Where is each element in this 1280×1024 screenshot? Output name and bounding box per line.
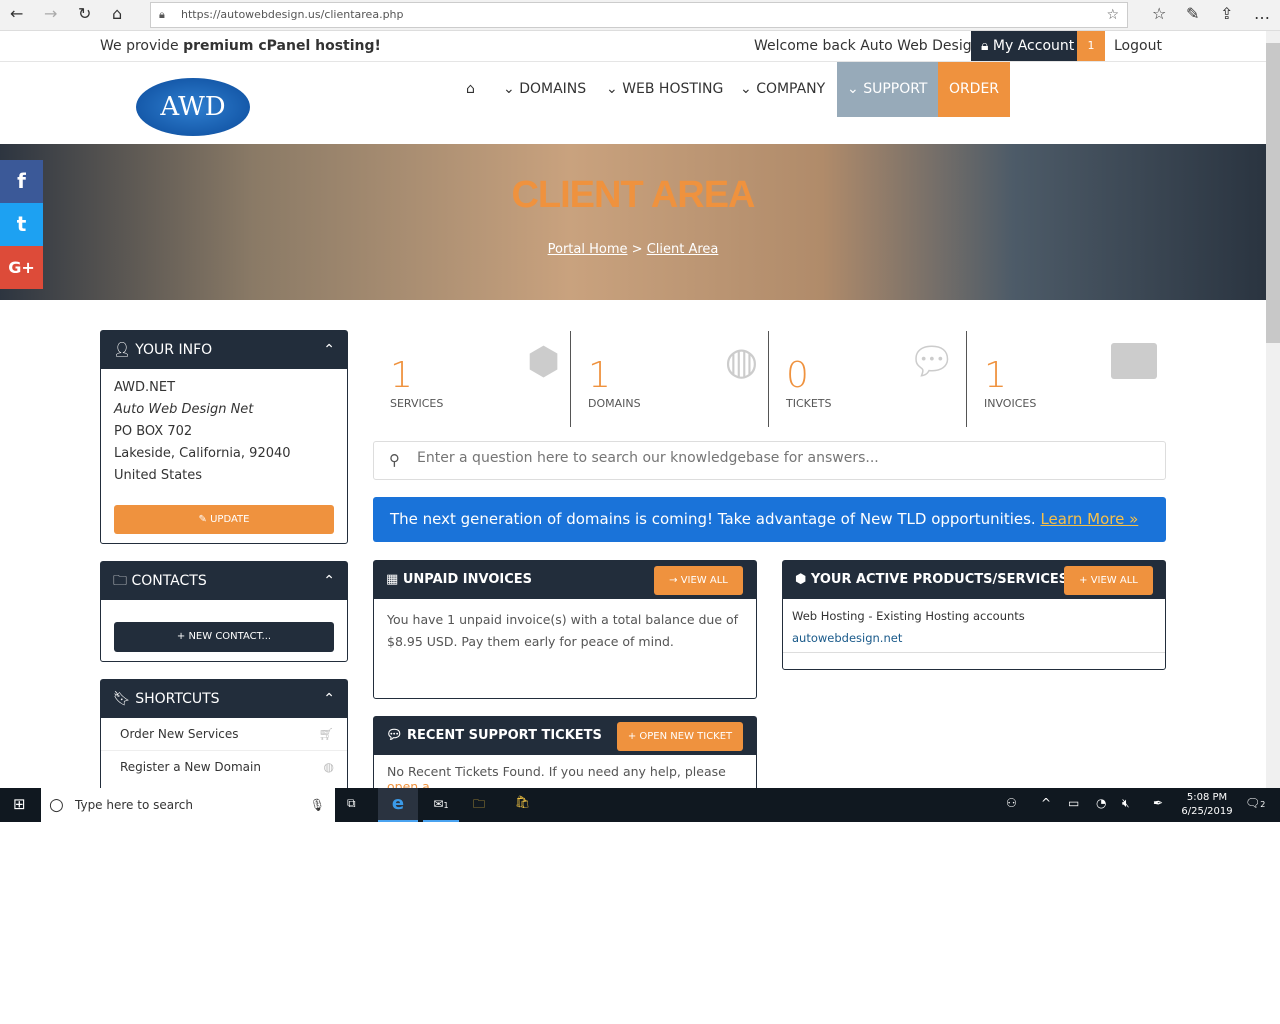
edge-icon[interactable]: e [378,788,418,822]
home-nav-icon[interactable]: ⌂ [466,62,475,117]
search-icon: ⚲ [389,451,400,469]
welcome-text: Welcome back Auto Web Design! [754,38,987,54]
contact-name: Auto Web Design Net [114,402,254,417]
company-name: AWD.NET [114,380,176,395]
active-products-panel: ⬢ YOUR ACTIVE PRODUCTS/SERVICES + VIEW A… [782,560,1166,670]
logo[interactable]: AWD [136,78,250,136]
show-hidden-icons[interactable]: ^ [1041,796,1051,810]
product-domain-link[interactable]: autowebdesign.net [792,627,1156,649]
shortcut-register-domain[interactable]: Register a New Domain ◍ [101,751,347,784]
shortcuts-panel: 🔖︎ SHORTCUTS ⌃ Order New Services 🛒︎ Regis… [100,679,348,799]
top-bar: We provide premium cPanel hosting! Welco… [0,31,1266,62]
wifi-icon[interactable]: ◔ [1096,796,1106,810]
globe-icon: ◍ [724,339,758,383]
view-all-products-button[interactable]: + VIEW ALL [1064,566,1153,595]
action-center-icon[interactable]: 🗨︎2 [1245,796,1265,810]
breadcrumb-client-area[interactable]: Client Area [647,242,719,257]
view-all-invoices-button[interactable]: → VIEW ALL [654,566,743,595]
update-button[interactable]: ✎ UPDATE [114,505,334,534]
learn-more-link[interactable]: Learn More » [1040,510,1138,528]
pen-icon[interactable]: ✎ [1186,4,1199,23]
stat-tickets[interactable]: 0 TICKETS 💬︎ [769,331,967,427]
contacts-panel: 🗀 CONTACTS ⌃ + NEW CONTACT... [100,561,348,662]
task-view-icon[interactable]: ⧉ [347,796,356,811]
search-input[interactable] [417,450,1147,466]
nav-support[interactable]: ⌄ SUPPORT [837,62,938,117]
nav-web-hosting[interactable]: ⌄ WEB HOSTING [606,62,723,117]
new-contact-button[interactable]: + NEW CONTACT... [114,622,334,652]
back-icon[interactable]: ← [10,4,23,23]
nav-company[interactable]: ⌄ COMPANY [740,62,825,117]
shortcut-order-new-services[interactable]: Order New Services 🛒︎ [101,718,347,751]
notification-badge[interactable]: 1 [1077,31,1105,61]
clock[interactable]: 5:08 PM 6/25/2019 [1176,791,1238,819]
new-tld-banner: The next generation of domains is coming… [373,497,1166,542]
city: Lakeside, California, 92040 [114,446,291,461]
product-item[interactable]: Web Hosting - Existing Hosting accounts a… [783,599,1165,653]
favorites-icon[interactable]: ☆ [1152,4,1166,23]
taskbar: ⊞ ○ Type here to search 🎙︎ ⧉ e ✉1 🗀 🛍︎ ⚇ ^… [0,788,1280,822]
credit-card-icon [1111,343,1157,379]
microphone-icon[interactable]: 🎙︎ [310,788,325,822]
home-icon[interactable]: ⌂ [112,4,122,23]
cube-icon: ⬢ [526,339,560,383]
shortcuts-header[interactable]: 🔖︎ SHORTCUTS ⌃ [101,680,347,718]
stat-services[interactable]: 1 SERVICES ⬢ [373,331,571,427]
contacts-header[interactable]: 🗀 CONTACTS ⌃ [101,562,347,600]
scrollbar[interactable] [1266,31,1280,788]
refresh-icon[interactable]: ↻ [78,4,91,23]
share-icon[interactable]: ⇪ [1220,4,1233,23]
open-new-ticket-button[interactable]: + OPEN NEW TICKET [617,722,743,751]
my-account-button[interactable]: 🔒︎ My Account [971,31,1077,61]
your-info-header[interactable]: 👤︎ YOUR INFO ⌃ [101,331,347,369]
stat-domains[interactable]: 1 DOMAINS ◍ [571,331,769,427]
pen-workspace-icon[interactable]: ✒ [1153,796,1163,810]
unpaid-invoices-text: You have 1 unpaid invoice(s) with a tota… [387,612,739,649]
page-title: CLIENT AREA [511,174,755,216]
windows-start-icon[interactable]: ⊞ [13,795,26,813]
browser-toolbar: ← → ↻ ⌂ 🔒︎ https://autowebdesign.us/clien… [0,0,1280,31]
stat-invoices[interactable]: 1 INVOICES [967,331,1165,427]
store-icon[interactable]: 🛍︎ [515,795,530,809]
taskbar-search[interactable]: ○ Type here to search 🎙︎ [41,788,335,822]
address-bar[interactable]: 🔒︎ https://autowebdesign.us/clientarea.ph… [150,2,1128,28]
facebook-icon[interactable]: f [0,160,43,203]
breadcrumb-portal-home[interactable]: Portal Home [548,242,628,257]
nav-domains[interactable]: ⌄ DOMAINS [503,62,586,117]
lock-icon: 🔒︎ [159,8,165,21]
url-text: https://autowebdesign.us/clientarea.php [181,8,404,21]
cortana-icon: ○ [49,795,64,815]
breadcrumb-separator: > [631,242,643,257]
google-plus-icon[interactable]: G+ [0,246,43,289]
tagline: We provide premium cPanel hosting! [100,38,381,54]
volume-muted-icon[interactable]: 🔇︎ [1122,796,1130,811]
cart-icon: 🛒︎ [318,727,334,741]
people-icon[interactable]: ⚇ [1006,796,1017,810]
file-explorer-icon[interactable]: 🗀 [473,795,485,816]
comments-icon: 💬︎ [907,339,956,383]
tickets-text: No Recent Tickets Found. If you need any… [387,764,726,779]
logout-link[interactable]: Logout [1114,38,1162,54]
nav-order[interactable]: ORDER [938,62,1010,117]
battery-icon[interactable]: ▭ [1068,796,1079,810]
favorite-star-icon[interactable]: ☆ [1106,3,1119,27]
your-info-panel: 👤︎ YOUR INFO ⌃ AWD.NET Auto Web Design Ne… [100,330,348,544]
country: United States [114,468,203,483]
forward-icon[interactable]: → [44,4,57,23]
hero-banner: CLIENT AREA Portal Home > Client Area [0,144,1266,300]
twitter-icon[interactable]: t [0,203,43,246]
header: AWD ⌂ ⌄ DOMAINS ⌄ WEB HOSTING ⌄ COMPANY … [0,62,1266,144]
knowledgebase-search[interactable]: ⚲ [373,441,1166,480]
more-icon[interactable]: … [1254,4,1270,23]
address: PO BOX 702 [114,424,193,439]
mail-icon[interactable]: ✉1 [423,788,459,822]
globe-icon: ◍ [323,760,334,774]
unpaid-invoices-panel: ▦ UNPAID INVOICES → VIEW ALL You have 1 … [373,560,757,699]
